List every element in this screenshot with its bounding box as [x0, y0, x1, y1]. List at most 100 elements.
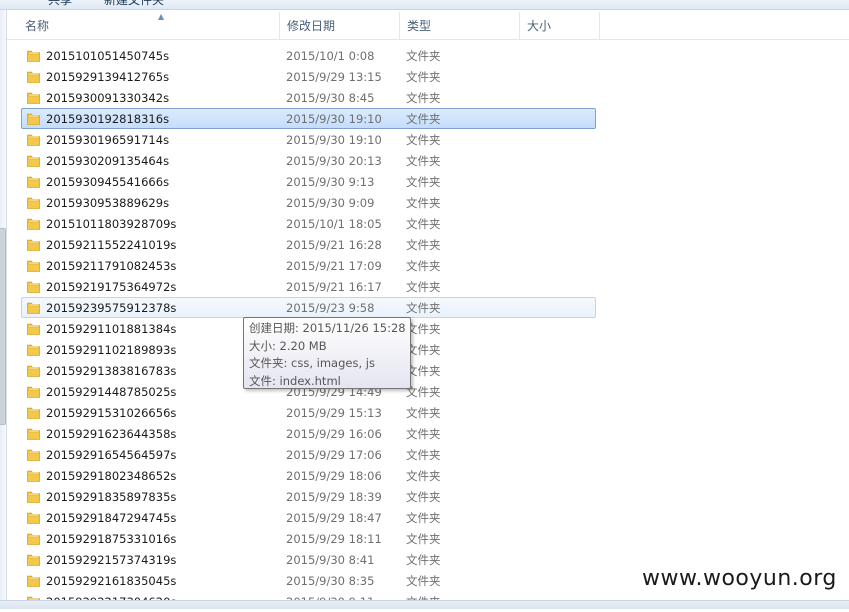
file-name: 2015930209135464s	[46, 154, 170, 168]
column-header-type-label: 类型	[407, 19, 432, 33]
file-type: 文件夹	[406, 70, 441, 84]
file-type: 文件夹	[406, 49, 441, 63]
column-header-date-label: 修改日期	[287, 19, 336, 33]
file-name: 2015929139412765s	[46, 70, 170, 84]
file-type: 文件夹	[406, 217, 441, 231]
file-row[interactable]: 2015929139412765s 2015/9/29 13:15 文件夹	[21, 66, 596, 87]
file-modified-date: 2015/9/29 18:11	[286, 532, 382, 546]
file-type: 文件夹	[406, 448, 441, 462]
file-row[interactable]: 20159292161835045s 2015/9/30 8:35 文件夹	[21, 570, 596, 591]
file-name: 2015930091330342s	[46, 91, 170, 105]
file-row[interactable]: 20159211552241019s 2015/9/21 16:28 文件夹	[21, 234, 596, 255]
file-modified-date: 2015/9/29 17:06	[286, 448, 382, 462]
folder-icon	[27, 575, 40, 587]
column-header-size[interactable]: 大小	[520, 12, 600, 39]
folder-icon	[27, 281, 40, 293]
file-row[interactable]: 20159291835897835s 2015/9/29 18:39 文件夹	[21, 486, 596, 507]
file-row[interactable]: 20159219175364972s 2015/9/21 16:17 文件夹	[21, 276, 596, 297]
column-header-name-label: 名称	[25, 19, 50, 33]
file-row[interactable]: 2015930196591714s 2015/9/30 19:10 文件夹	[21, 129, 596, 150]
file-row[interactable]: 20159291654564597s 2015/9/29 17:06 文件夹	[21, 444, 596, 465]
file-modified-date: 2015/9/30 19:10	[286, 133, 382, 147]
file-modified-date: 2015/9/21 17:09	[286, 259, 382, 273]
file-row[interactable]: 20159291802348652s 2015/9/29 18:06 文件夹	[21, 465, 596, 486]
tooltip-folders: 文件夹: css, images, js	[249, 356, 375, 370]
file-row[interactable]: 20159291623644358s 2015/9/29 16:06 文件夹	[21, 423, 596, 444]
navigation-scrollbar-thumb[interactable]	[0, 228, 6, 425]
file-modified-date: 2015/9/30 8:41	[286, 553, 375, 567]
file-row[interactable]: 2015930091330342s 2015/9/30 8:45 文件夹	[21, 87, 596, 108]
folder-icon	[27, 113, 40, 125]
file-modified-date: 2015/9/30 8:35	[286, 574, 375, 588]
file-type: 文件夹	[406, 301, 441, 315]
file-name: 20151011803928709s	[46, 217, 177, 231]
file-type: 文件夹	[406, 385, 441, 399]
file-type: 文件夹	[406, 511, 441, 525]
file-name: 2015930196591714s	[46, 133, 170, 147]
new-folder-button[interactable]: 新建文件夹	[104, 0, 164, 8]
file-type: 文件夹	[406, 238, 441, 252]
file-modified-date: 2015/10/1 18:05	[286, 217, 382, 231]
tooltip-size: 大小: 2.20 MB	[249, 338, 327, 353]
folder-icon	[27, 386, 40, 398]
folder-icon	[27, 428, 40, 440]
share-button[interactable]: 共享	[48, 0, 72, 8]
file-row[interactable]: 20159291847294745s 2015/9/29 18:47 文件夹	[21, 507, 596, 528]
file-type: 文件夹	[406, 154, 441, 168]
column-header-name[interactable]: 名称 ▲	[18, 12, 280, 39]
folder-icon	[27, 470, 40, 482]
file-name: 20159211552241019s	[46, 238, 177, 252]
folder-icon	[27, 302, 40, 314]
file-row[interactable]: 20151011803928709s 2015/10/1 18:05 文件夹	[21, 213, 596, 234]
column-header-date[interactable]: 修改日期	[280, 12, 400, 39]
file-name: 20159291102189893s	[46, 343, 177, 357]
file-modified-date: 2015/9/29 18:06	[286, 469, 382, 483]
watermark: www.wooyun.org	[642, 566, 837, 591]
file-modified-date: 2015/9/29 16:06	[286, 427, 382, 441]
file-row[interactable]: 20159291531026656s 2015/9/29 15:13 文件夹	[21, 402, 596, 423]
file-name: 20159291847294745s	[46, 511, 177, 525]
file-row[interactable]: 2015930192818316s 2015/9/30 19:10 文件夹	[21, 108, 596, 129]
file-modified-date: 2015/9/29 13:15	[286, 70, 382, 84]
file-name: 20159291802348652s	[46, 469, 177, 483]
file-modified-date: 2015/9/29 15:13	[286, 406, 382, 420]
folder-icon	[27, 323, 40, 335]
file-row[interactable]: 20159211791082453s 2015/9/21 17:09 文件夹	[21, 255, 596, 276]
file-row[interactable]: 2015930209135464s 2015/9/30 20:13 文件夹	[21, 150, 596, 171]
file-name: 20159292157374319s	[46, 553, 177, 567]
file-type: 文件夹	[406, 175, 441, 189]
file-row[interactable]: 20159291875331016s 2015/9/29 18:11 文件夹	[21, 528, 596, 549]
file-name: 20159291654564597s	[46, 448, 177, 462]
file-name: 2015101051450745s	[46, 49, 170, 63]
column-header-type[interactable]: 类型	[400, 12, 520, 39]
file-modified-date: 2015/9/30 9:13	[286, 175, 375, 189]
file-name: 20159291835897835s	[46, 490, 177, 504]
file-type: 文件夹	[406, 427, 441, 441]
folder-icon	[27, 554, 40, 566]
file-row[interactable]: 20159292157374319s 2015/9/30 8:41 文件夹	[21, 549, 596, 570]
file-type: 文件夹	[406, 112, 441, 126]
file-name: 2015930192818316s	[46, 112, 170, 126]
file-row[interactable]: 2015930953889629s 2015/9/30 9:09 文件夹	[21, 192, 596, 213]
file-row[interactable]: 2015101051450745s 2015/10/1 0:08 文件夹	[21, 45, 596, 66]
folder-icon	[27, 407, 40, 419]
file-modified-date: 2015/9/30 8:45	[286, 91, 375, 105]
file-name: 20159291623644358s	[46, 427, 177, 441]
file-type: 文件夹	[406, 322, 441, 336]
file-name: 20159291448785025s	[46, 385, 177, 399]
folder-icon	[27, 512, 40, 524]
sort-ascending-icon: ▲	[158, 12, 165, 21]
file-name: 20159239575912378s	[46, 301, 177, 315]
file-row[interactable]: 20159239575912378s 2015/9/23 9:58 文件夹	[21, 297, 596, 318]
file-modified-date: 2015/9/21 16:28	[286, 238, 382, 252]
folder-icon	[27, 176, 40, 188]
folder-icon	[27, 71, 40, 83]
file-modified-date: 2015/9/23 9:58	[286, 301, 375, 315]
file-modified-date: 2015/9/29 18:39	[286, 490, 382, 504]
folder-icon	[27, 239, 40, 251]
file-name: 2015930953889629s	[46, 196, 170, 210]
file-type: 文件夹	[406, 469, 441, 483]
file-type: 文件夹	[406, 343, 441, 357]
file-row[interactable]: 2015930945541666s 2015/9/30 9:13 文件夹	[21, 171, 596, 192]
folder-icon	[27, 134, 40, 146]
